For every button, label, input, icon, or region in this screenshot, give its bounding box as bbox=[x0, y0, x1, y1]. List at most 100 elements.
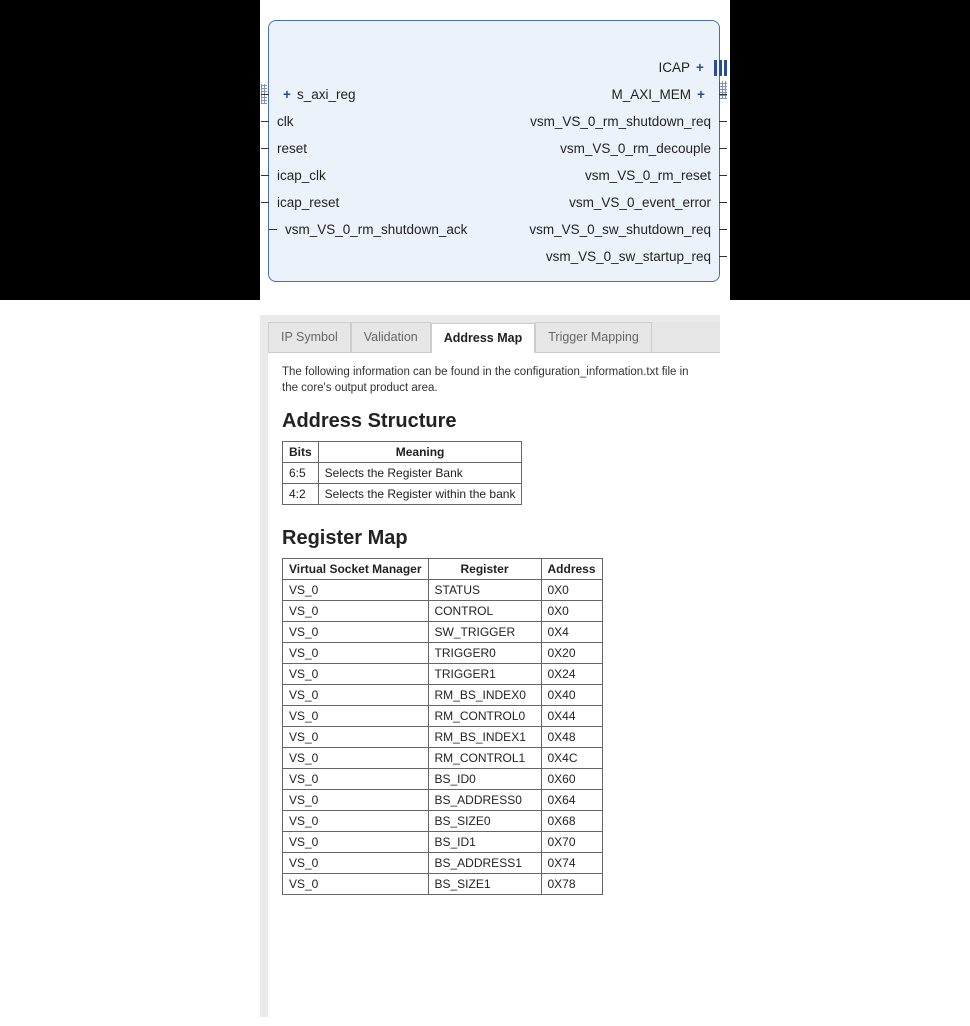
port-stub bbox=[261, 175, 269, 176]
port-label[interactable]: vsm_VS_0_event_error bbox=[569, 195, 711, 210]
tab-validation[interactable]: Validation bbox=[351, 322, 431, 352]
port-stub bbox=[261, 121, 269, 122]
cell-address: 0X68 bbox=[541, 811, 602, 832]
cell-bits: 4:2 bbox=[283, 484, 319, 505]
table-row[interactable]: VS_0SW_TRIGGER0X4 bbox=[283, 622, 603, 643]
cell-vsm: VS_0 bbox=[283, 769, 429, 790]
port-label[interactable]: icap_clk bbox=[277, 168, 326, 183]
port-label[interactable]: vsm_VS_0_sw_startup_req bbox=[546, 249, 711, 264]
table-row[interactable]: VS_0BS_ADDRESS00X64 bbox=[283, 790, 603, 811]
port-label[interactable]: ICAP bbox=[658, 60, 690, 75]
section-heading-address-structure: Address Structure bbox=[282, 410, 706, 433]
cell-vsm: VS_0 bbox=[283, 706, 429, 727]
port-label[interactable]: vsm_VS_0_rm_shutdown_req bbox=[530, 114, 711, 129]
cell-register: BS_ID1 bbox=[428, 832, 541, 853]
cell-register: RM_BS_INDEX0 bbox=[428, 685, 541, 706]
expand-plus-icon[interactable]: + bbox=[694, 60, 706, 75]
cell-meaning: Selects the Register within the bank bbox=[318, 484, 522, 505]
cell-vsm: VS_0 bbox=[283, 685, 429, 706]
table-row[interactable]: VS_0RM_BS_INDEX10X48 bbox=[283, 727, 603, 748]
cell-register: RM_BS_INDEX1 bbox=[428, 727, 541, 748]
table-row[interactable]: VS_0BS_ID10X70 bbox=[283, 832, 603, 853]
table-row[interactable]: VS_0RM_CONTROL10X4C bbox=[283, 748, 603, 769]
config-dialog: IP SymbolValidationAddress MapTrigger Ma… bbox=[268, 322, 720, 1017]
port-label[interactable]: vsm_VS_0_rm_shutdown_ack bbox=[285, 222, 467, 237]
ip-port-row: vsm_VS_0_event_error bbox=[459, 189, 719, 216]
cell-vsm: VS_0 bbox=[283, 622, 429, 643]
cell-register: SW_TRIGGER bbox=[428, 622, 541, 643]
port-label[interactable]: M_AXI_MEM bbox=[611, 87, 691, 102]
table-row[interactable]: VS_0BS_ID00X60 bbox=[283, 769, 603, 790]
table-row: 6:5Selects the Register Bank bbox=[283, 463, 522, 484]
intro-text: The following information can be found i… bbox=[282, 365, 706, 396]
cell-address: 0X70 bbox=[541, 832, 602, 853]
ip-port-row: vsm_VS_0_rm_reset bbox=[459, 162, 719, 189]
port-stub bbox=[719, 229, 727, 230]
cell-vsm: VS_0 bbox=[283, 874, 429, 895]
cell-register: BS_SIZE1 bbox=[428, 874, 541, 895]
cell-register: TRIGGER0 bbox=[428, 643, 541, 664]
bus-connector-dots-right bbox=[719, 81, 727, 99]
cell-address: 0X0 bbox=[541, 601, 602, 622]
table-header: Bits bbox=[283, 442, 319, 463]
port-label[interactable]: icap_reset bbox=[277, 195, 339, 210]
table-row[interactable]: VS_0BS_SIZE10X78 bbox=[283, 874, 603, 895]
ip-port-row: vsm_VS_0_rm_decouple bbox=[459, 135, 719, 162]
port-stub bbox=[719, 94, 727, 95]
port-stub bbox=[261, 148, 269, 149]
port-label[interactable]: clk bbox=[277, 114, 294, 129]
cell-register: RM_CONTROL1 bbox=[428, 748, 541, 769]
cell-register: BS_SIZE0 bbox=[428, 811, 541, 832]
table-row[interactable]: VS_0BS_SIZE00X68 bbox=[283, 811, 603, 832]
cell-address: 0X78 bbox=[541, 874, 602, 895]
table-row[interactable]: VS_0RM_CONTROL00X44 bbox=[283, 706, 603, 727]
port-stub bbox=[261, 94, 269, 95]
cell-register: STATUS bbox=[428, 580, 541, 601]
cell-vsm: VS_0 bbox=[283, 664, 429, 685]
tab-bar: IP SymbolValidationAddress MapTrigger Ma… bbox=[268, 322, 720, 353]
cell-vsm: VS_0 bbox=[283, 853, 429, 874]
register-map-table: Virtual Socket ManagerRegisterAddress VS… bbox=[282, 558, 603, 895]
cell-vsm: VS_0 bbox=[283, 811, 429, 832]
table-header: Meaning bbox=[318, 442, 522, 463]
port-label[interactable]: s_axi_reg bbox=[297, 87, 356, 102]
table-row[interactable]: VS_0TRIGGER00X20 bbox=[283, 643, 603, 664]
port-stub bbox=[261, 202, 269, 203]
port-stub bbox=[719, 256, 727, 257]
table-row[interactable]: VS_0RM_BS_INDEX00X40 bbox=[283, 685, 603, 706]
tab-ip-symbol[interactable]: IP Symbol bbox=[268, 322, 351, 352]
tab-trigger-mapping[interactable]: Trigger Mapping bbox=[535, 322, 652, 352]
port-stub bbox=[719, 148, 727, 149]
port-label[interactable]: vsm_VS_0_rm_decouple bbox=[560, 141, 711, 156]
table-header: Address bbox=[541, 559, 602, 580]
table-row[interactable]: VS_0TRIGGER10X24 bbox=[283, 664, 603, 685]
ip-port-row: M_AXI_MEM + bbox=[459, 81, 719, 108]
cell-vsm: VS_0 bbox=[283, 832, 429, 853]
expand-plus-icon[interactable]: + bbox=[695, 87, 707, 102]
table-row[interactable]: VS_0CONTROL0X0 bbox=[283, 601, 603, 622]
cell-address: 0X48 bbox=[541, 727, 602, 748]
ip-symbol-pane: + s_axi_regclk reset icap_clk icap_reset ICA… bbox=[260, 0, 730, 300]
tab-content-address-map: The following information can be found i… bbox=[268, 353, 720, 919]
cell-address: 0X44 bbox=[541, 706, 602, 727]
icap-bus-icon bbox=[714, 60, 727, 76]
cell-address: 0X4 bbox=[541, 622, 602, 643]
port-label[interactable]: vsm_VS_0_rm_reset bbox=[585, 168, 711, 183]
table-row[interactable]: VS_0STATUS0X0 bbox=[283, 580, 603, 601]
cell-address: 0X60 bbox=[541, 769, 602, 790]
ip-port-row: ICAP + bbox=[459, 54, 719, 81]
expand-plus-icon[interactable]: + bbox=[281, 87, 293, 102]
ip-port-row: vsm_VS_0_rm_shutdown_req bbox=[459, 108, 719, 135]
ip-block[interactable]: + s_axi_regclk reset icap_clk icap_reset ICA… bbox=[268, 20, 720, 282]
table-row[interactable]: VS_0BS_ADDRESS10X74 bbox=[283, 853, 603, 874]
table-row: 4:2Selects the Register within the bank bbox=[283, 484, 522, 505]
cell-vsm: VS_0 bbox=[283, 790, 429, 811]
port-stub bbox=[269, 229, 277, 230]
tab-address-map[interactable]: Address Map bbox=[431, 323, 536, 353]
cell-vsm: VS_0 bbox=[283, 748, 429, 769]
cell-meaning: Selects the Register Bank bbox=[318, 463, 522, 484]
cell-register: BS_ADDRESS1 bbox=[428, 853, 541, 874]
port-label[interactable]: reset bbox=[277, 141, 307, 156]
port-label[interactable]: vsm_VS_0_sw_shutdown_req bbox=[529, 222, 711, 237]
cell-register: RM_CONTROL0 bbox=[428, 706, 541, 727]
